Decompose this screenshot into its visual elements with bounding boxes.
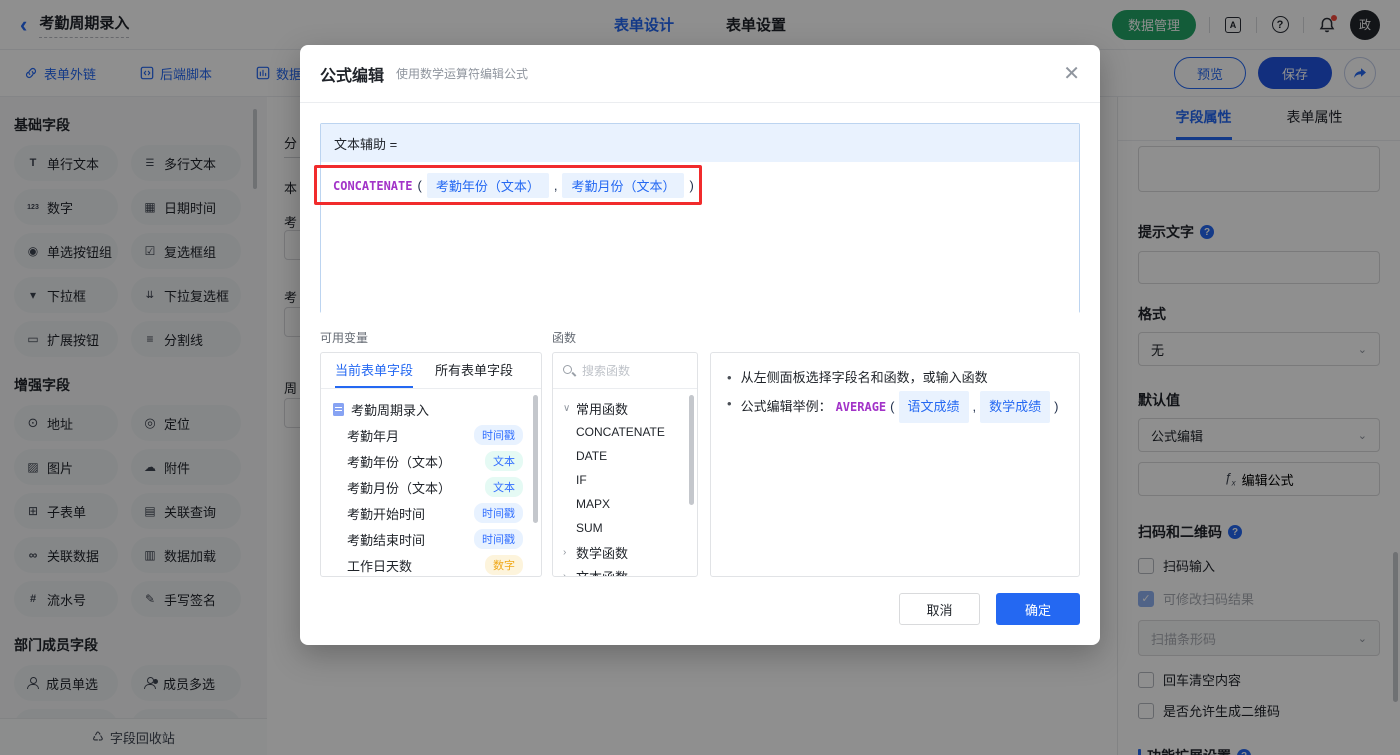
example-field-chip: 语文成绩 — [898, 391, 969, 423]
variable-row[interactable]: 考勤结束时间 时间戳 — [321, 526, 541, 552]
function-name: CONCATENATE — [333, 178, 413, 193]
variables-panel: 当前表单字段 所有表单字段 考勤周期录入 考勤年月 时间戳 考勤年份（文本） 文… — [320, 352, 542, 577]
tab-current-form-fields[interactable]: 当前表单字段 — [335, 353, 414, 388]
function-search-input[interactable]: 搜索函数 — [553, 353, 697, 389]
tab-all-form-fields[interactable]: 所有表单字段 — [435, 353, 513, 388]
function-item[interactable]: DATE — [553, 444, 697, 468]
document-icon — [333, 402, 344, 416]
function-item[interactable]: IF — [553, 468, 697, 492]
function-group-common[interactable]: ∨ 常用函数 — [553, 396, 697, 420]
type-badge: 数字 — [485, 555, 523, 575]
chevron-down-icon: ∨ — [563, 402, 571, 414]
modal-subtitle: 使用数学运算符编辑公式 — [396, 67, 529, 81]
help-panel: • 从左侧面板选择字段名和函数，或输入函数 • 公式编辑举例： AVERAGE … — [710, 352, 1080, 577]
cancel-button[interactable]: 取消 — [899, 593, 980, 625]
confirm-button[interactable]: 确定 — [996, 593, 1080, 625]
modal-title: 公式编辑 — [320, 67, 385, 85]
variable-row[interactable]: 考勤月份（文本） 文本 — [321, 474, 541, 500]
help-tip: • 从左侧面板选择字段名和函数，或输入函数 — [727, 370, 988, 385]
functions-panel: 搜索函数 ∨ 常用函数 CONCATENATE DATE IF MAPX SUM… — [552, 352, 698, 577]
variable-row[interactable]: 考勤开始时间 时间戳 — [321, 500, 541, 526]
function-item[interactable]: MAPX — [553, 492, 697, 516]
variables-scrollbar[interactable] — [533, 395, 538, 523]
search-icon — [563, 364, 575, 377]
example-field-chip: 数学成绩 — [980, 391, 1051, 423]
type-badge: 时间戳 — [474, 529, 523, 549]
type-badge: 时间戳 — [474, 503, 523, 523]
variable-row[interactable]: 考勤年月 时间戳 — [321, 422, 541, 448]
variables-label: 可用变量 — [320, 331, 369, 345]
type-badge: 时间戳 — [474, 425, 523, 445]
field-chip[interactable]: 考勤月份（文本） — [562, 173, 685, 198]
form-node[interactable]: 考勤周期录入 — [321, 396, 541, 422]
help-example: • 公式编辑举例： AVERAGE ( 语文成绩 , 数学成绩 ) — [727, 391, 1063, 423]
formula-editor-area[interactable]: 文本辅助 = CONCATENATE ( 考勤年份（文本） , 考勤月份（文本）… — [314, 123, 1080, 313]
chevron-right-icon: › — [563, 546, 567, 558]
close-icon[interactable]: ✕ — [1063, 64, 1080, 84]
function-group-text[interactable]: › 文本函数 — [553, 564, 697, 577]
formula-target: 文本辅助 = — [321, 124, 1079, 162]
type-badge: 文本 — [485, 451, 523, 471]
function-item[interactable]: CONCATENATE — [553, 420, 697, 444]
chevron-right-icon: › — [563, 570, 567, 577]
example-function-name: AVERAGE — [835, 400, 887, 414]
formula-editor-modal: 公式编辑 使用数学运算符编辑公式 ✕ 文本辅助 = CONCATENATE ( … — [300, 45, 1100, 645]
functions-scrollbar[interactable] — [689, 395, 694, 505]
function-group-math[interactable]: › 数学函数 — [553, 540, 697, 564]
field-chip[interactable]: 考勤年份（文本） — [426, 173, 549, 198]
variable-row[interactable]: 考勤年份（文本） 文本 — [321, 448, 541, 474]
function-item[interactable]: SUM — [553, 516, 697, 540]
functions-label: 函数 — [552, 331, 577, 345]
formula-expression[interactable]: CONCATENATE ( 考勤年份（文本） , 考勤月份（文本） ) — [321, 162, 1079, 198]
variable-row[interactable]: 工作日天数 数字 — [321, 552, 541, 576]
type-badge: 文本 — [485, 477, 523, 497]
